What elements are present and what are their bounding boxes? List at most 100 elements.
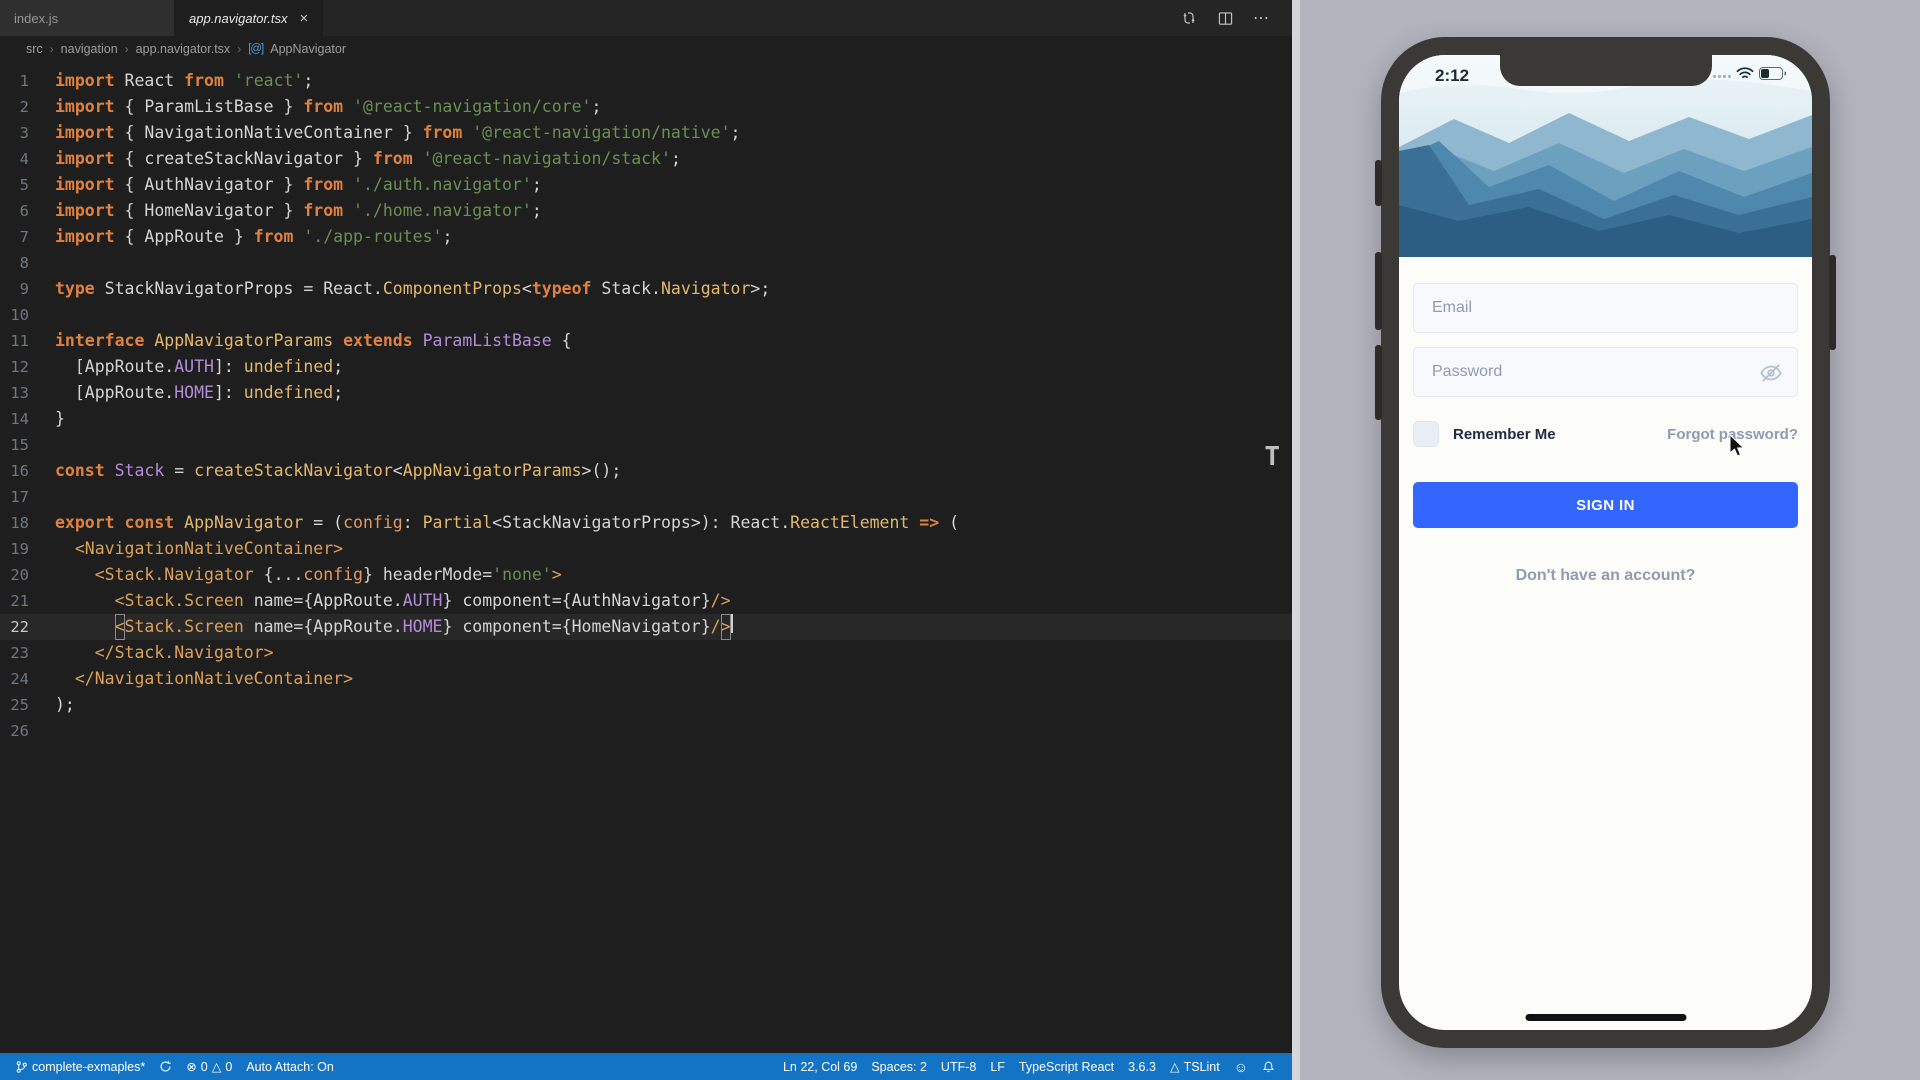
- code-line[interactable]: 20 <Stack.Navigator {...config} headerMo…: [0, 562, 1292, 588]
- indentation-item[interactable]: Spaces: 2: [864, 1060, 934, 1074]
- editor-actions: ⋯: [1180, 0, 1292, 36]
- mute-switch[interactable]: [1375, 160, 1382, 206]
- status-bar-right: Ln 22, Col 69 Spaces: 2 UTF-8 LF TypeScr…: [776, 1059, 1282, 1075]
- volume-down-button[interactable]: [1375, 345, 1382, 420]
- sync-item[interactable]: [152, 1053, 179, 1080]
- code-token: =>: [909, 510, 949, 536]
- code-line[interactable]: 12 [AppRoute.AUTH]: undefined;: [0, 354, 1292, 380]
- breadcrumb-item[interactable]: AppNavigator: [270, 42, 346, 56]
- remember-me-checkbox[interactable]: [1413, 421, 1439, 447]
- encoding-item[interactable]: UTF-8: [934, 1060, 983, 1074]
- code-line[interactable]: 18export const AppNavigator = (config: P…: [0, 510, 1292, 536]
- code-token: '@react-navigation/core': [353, 94, 591, 120]
- code-line[interactable]: 17: [0, 484, 1292, 510]
- close-tab-icon[interactable]: ×: [300, 11, 309, 26]
- code-token: <NavigationNativeContainer>: [75, 536, 343, 562]
- code-token: './home.navigator': [353, 198, 532, 224]
- code-line[interactable]: 24 </NavigationNativeContainer>: [0, 666, 1292, 692]
- desktop: index.js app.navigator.tsx ×: [0, 0, 1920, 1080]
- tab-app-navigator[interactable]: app.navigator.tsx ×: [175, 0, 323, 36]
- code-token: = (: [303, 510, 343, 536]
- code-line[interactable]: 4import { createStackNavigator } from '@…: [0, 146, 1292, 172]
- code-token: from: [423, 120, 473, 146]
- password-field[interactable]: [1413, 347, 1798, 397]
- code-line[interactable]: 23 </Stack.Navigator>: [0, 640, 1292, 666]
- code-line[interactable]: 13 [AppRoute.HOME]: undefined;: [0, 380, 1292, 406]
- errors-count: 0: [201, 1060, 208, 1074]
- tslint-label: TSLint: [1184, 1060, 1220, 1074]
- code-line[interactable]: 19 <NavigationNativeContainer>: [0, 536, 1292, 562]
- code-line[interactable]: 14}: [0, 406, 1292, 432]
- eye-off-icon[interactable]: [1758, 360, 1784, 386]
- eol-item[interactable]: LF: [983, 1060, 1012, 1074]
- code-line[interactable]: 2import { ParamListBase } from '@react-n…: [0, 94, 1292, 120]
- cursor-position-item[interactable]: Ln 22, Col 69: [776, 1060, 864, 1074]
- code-line[interactable]: 22 <Stack.Screen name={AppRoute.HOME} co…: [0, 614, 1292, 640]
- sync-icon: [159, 1060, 172, 1073]
- notifications-item[interactable]: [1255, 1060, 1282, 1074]
- language-mode-item[interactable]: TypeScript React: [1012, 1060, 1121, 1074]
- code-token: [55, 640, 95, 666]
- language-label: TypeScript React: [1019, 1060, 1114, 1074]
- code-line[interactable]: 7import { AppRoute } from './app-routes'…: [0, 224, 1292, 250]
- code-line[interactable]: 11interface AppNavigatorParams extends P…: [0, 328, 1292, 354]
- code-line[interactable]: 3import { NavigationNativeContainer } fr…: [0, 120, 1292, 146]
- feedback-item[interactable]: ☺: [1227, 1059, 1255, 1075]
- code-line[interactable]: 10: [0, 302, 1292, 328]
- git-branch-item[interactable]: complete-exmaples*: [8, 1053, 152, 1080]
- chevron-right-icon: ›: [50, 42, 54, 56]
- code-token: ComponentProps: [383, 276, 522, 302]
- home-indicator[interactable]: [1525, 1014, 1686, 1021]
- text-cursor: [731, 614, 733, 633]
- tab-index-js[interactable]: index.js: [0, 0, 175, 36]
- code-token: StackNavigatorProps = React.: [105, 276, 383, 302]
- code-token: ReactElement: [790, 510, 909, 536]
- code-line[interactable]: 8: [0, 250, 1292, 276]
- code-line[interactable]: 6import { HomeNavigator } from './home.n…: [0, 198, 1292, 224]
- open-changes-icon[interactable]: [1180, 9, 1198, 27]
- symbol-class-icon: [@]: [248, 43, 263, 55]
- ts-version-item[interactable]: 3.6.3: [1121, 1060, 1163, 1074]
- code-line[interactable]: 15: [0, 432, 1292, 458]
- line-number: 24: [0, 666, 55, 692]
- code-line[interactable]: 1import React from 'react';: [0, 68, 1292, 94]
- scrollbar-decoration: T: [1264, 442, 1280, 472]
- line-number: 22: [0, 614, 55, 640]
- problems-item[interactable]: ⊗ 0 △ 0: [179, 1053, 239, 1080]
- code-token: Stack.Screen: [125, 614, 254, 640]
- code-line[interactable]: 25);: [0, 692, 1292, 718]
- code-line[interactable]: 16const Stack = createStackNavigator<App…: [0, 458, 1292, 484]
- volume-up-button[interactable]: [1375, 252, 1382, 330]
- code-token: import: [55, 94, 125, 120]
- code-token: { HomeNavigator }: [125, 198, 304, 224]
- forgot-password-link[interactable]: Forgot password?: [1667, 426, 1798, 443]
- breadcrumb-item[interactable]: src: [26, 42, 43, 56]
- code-token: from: [303, 172, 353, 198]
- line-number: 9: [0, 276, 55, 302]
- auto-attach-item[interactable]: Auto Attach: On: [239, 1053, 341, 1080]
- split-editor-icon[interactable]: [1216, 9, 1234, 27]
- breadcrumb-item[interactable]: navigation: [61, 42, 118, 56]
- code-token: =: [164, 458, 194, 484]
- power-button[interactable]: [1829, 255, 1836, 350]
- code-line[interactable]: 26: [0, 718, 1292, 744]
- breadcrumb-item[interactable]: app.navigator.tsx: [136, 42, 231, 56]
- code-token: 'none': [492, 562, 552, 588]
- code-token: ;: [731, 120, 741, 146]
- code-token: {: [562, 328, 572, 354]
- tslint-item[interactable]: △ TSLint: [1163, 1059, 1227, 1074]
- code-line[interactable]: 9type StackNavigatorProps = React.Compon…: [0, 276, 1292, 302]
- email-field[interactable]: [1413, 283, 1798, 333]
- breadcrumb: src › navigation › app.navigator.tsx › […: [0, 36, 1292, 62]
- code-token: type: [55, 276, 105, 302]
- code-token: ;: [442, 224, 452, 250]
- code-editor[interactable]: 1import React from 'react';2import { Par…: [0, 62, 1292, 1053]
- sign-in-button[interactable]: SIGN IN: [1413, 482, 1798, 528]
- more-actions-icon[interactable]: ⋯: [1252, 9, 1270, 27]
- chevron-right-icon: ›: [125, 42, 129, 56]
- tab-label: app.navigator.tsx: [189, 11, 288, 26]
- code-line[interactable]: 21 <Stack.Screen name={AppRoute.AUTH} co…: [0, 588, 1292, 614]
- line-number: 7: [0, 224, 55, 250]
- code-line[interactable]: 5import { AuthNavigator } from './auth.n…: [0, 172, 1292, 198]
- sign-up-link[interactable]: Don't have an account?: [1399, 567, 1812, 585]
